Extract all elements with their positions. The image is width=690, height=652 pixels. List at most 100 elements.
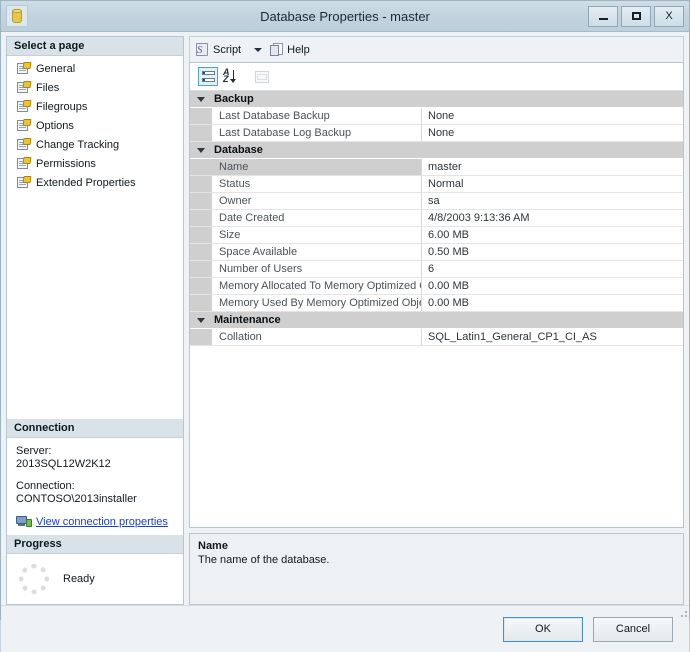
property-name: Last Database Backup <box>212 108 422 124</box>
alphabetical-sort-button[interactable]: AZ <box>221 67 241 86</box>
row-gutter <box>190 108 212 124</box>
property-value[interactable]: sa <box>422 193 683 209</box>
help-label: Help <box>287 43 310 56</box>
page-icon <box>17 81 32 94</box>
sidebar-item-change-tracking[interactable]: Change Tracking <box>7 135 183 154</box>
grid-category-row[interactable]: Maintenance <box>190 312 683 329</box>
server-label: Server: <box>16 445 52 457</box>
property-value[interactable]: 0.00 MB <box>422 278 683 294</box>
table-row[interactable]: Status Normal <box>190 176 683 193</box>
row-gutter <box>190 295 212 311</box>
grid-category-label: Backup <box>214 93 254 105</box>
cancel-button[interactable]: Cancel <box>593 616 673 642</box>
table-row[interactable]: Last Database Log Backup None <box>190 125 683 142</box>
ok-button[interactable]: OK <box>503 616 583 642</box>
row-gutter <box>190 125 212 141</box>
table-row[interactable]: Owner sa <box>190 193 683 210</box>
collapse-toggle-icon[interactable] <box>190 96 212 102</box>
property-value[interactable]: SQL_Latin1_General_CP1_CI_AS <box>422 329 683 345</box>
property-value[interactable]: None <box>422 108 683 124</box>
property-name: Date Created <box>212 210 422 226</box>
maximize-button[interactable] <box>621 5 651 27</box>
connection-value: CONTOSO\2013installer <box>16 493 137 505</box>
property-name: Last Database Log Backup <box>212 125 422 141</box>
resize-grip[interactable] <box>677 607 687 617</box>
property-value[interactable]: 0.50 MB <box>422 244 683 260</box>
description-text: The name of the database. <box>198 554 330 566</box>
dialog-toolbar: S Script Help <box>189 36 684 62</box>
property-grid-panel: AZ Backup Last Database Backup None Last… <box>189 62 684 528</box>
sidebar-item-label: Permissions <box>36 157 96 170</box>
table-row[interactable]: Collation SQL_Latin1_General_CP1_CI_AS <box>190 329 683 346</box>
sidebar-item-options[interactable]: Options <box>7 116 183 135</box>
row-gutter <box>190 244 212 260</box>
page-icon <box>17 62 32 75</box>
property-value[interactable]: 6.00 MB <box>422 227 683 243</box>
progress-section: Progress Ready <box>7 535 183 604</box>
sidebar-item-files[interactable]: Files <box>7 78 183 97</box>
help-button[interactable]: Help <box>270 42 310 57</box>
property-grid-toolbar: AZ <box>190 63 683 91</box>
table-row[interactable]: Last Database Backup None <box>190 108 683 125</box>
sidebar-item-extended-properties[interactable]: Extended Properties <box>7 173 183 192</box>
sidebar-item-general[interactable]: General <box>7 59 183 78</box>
sidebar-item-label: Extended Properties <box>36 176 136 189</box>
sidebar-item-label: Filegroups <box>36 100 88 113</box>
database-icon <box>6 5 28 27</box>
property-name: Status <box>212 176 422 192</box>
script-button[interactable]: S Script <box>195 42 241 57</box>
table-row[interactable]: Size 6.00 MB <box>190 227 683 244</box>
property-value[interactable]: 4/8/2003 9:13:36 AM <box>422 210 683 226</box>
table-row[interactable]: Memory Used By Memory Optimized Objects … <box>190 295 683 312</box>
table-row[interactable]: Date Created 4/8/2003 9:13:36 AM <box>190 210 683 227</box>
collapse-toggle-icon[interactable] <box>190 317 212 323</box>
view-connection-properties-link[interactable]: View connection properties <box>36 516 168 528</box>
collapse-toggle-icon[interactable] <box>190 147 212 153</box>
connection-header: Connection <box>7 419 183 438</box>
page-icon <box>17 119 32 132</box>
chevron-down-icon[interactable] <box>254 47 263 52</box>
property-name: Number of Users <box>212 261 422 277</box>
sidebar-item-label: Files <box>36 81 60 94</box>
grid-empty-area <box>190 346 683 526</box>
grid-category-row[interactable]: Database <box>190 142 683 159</box>
table-row[interactable]: Space Available 0.50 MB <box>190 244 683 261</box>
page-icon <box>17 138 32 151</box>
grid-category-row[interactable]: Backup <box>190 91 683 108</box>
property-value[interactable]: 6 <box>422 261 683 277</box>
property-value[interactable]: master <box>422 159 683 175</box>
page-icon <box>17 176 32 189</box>
property-grid[interactable]: Backup Last Database Backup None Last Da… <box>190 91 683 527</box>
progress-body: Ready <box>7 554 183 604</box>
property-name: Collation <box>212 329 422 345</box>
table-row[interactable]: Number of Users 6 <box>190 261 683 278</box>
row-gutter <box>190 261 212 277</box>
page-list-spacer <box>7 192 183 419</box>
property-name: Size <box>212 227 422 243</box>
right-pane: S Script Help A Z Backup Last Database B… <box>189 36 684 605</box>
page-list: General Files Filegroups Options Change … <box>7 56 183 192</box>
categorized-view-button[interactable] <box>198 67 218 86</box>
sidebar-item-label: General <box>36 62 76 75</box>
connection-label: Connection: <box>16 480 75 492</box>
row-gutter <box>190 278 212 294</box>
database-properties-dialog: Database Properties - master X Select a … <box>0 0 690 652</box>
table-row[interactable]: Memory Allocated To Memory Optimized Obj… <box>190 278 683 295</box>
page-icon <box>17 100 32 113</box>
close-button[interactable]: X <box>654 5 684 27</box>
view-connection-properties-row[interactable]: View connection properties <box>16 515 175 529</box>
property-name: Owner <box>212 193 422 209</box>
property-value[interactable]: None <box>422 125 683 141</box>
grid-category-label: Database <box>214 144 263 156</box>
minimize-button[interactable] <box>588 5 618 27</box>
categorized-view-icon <box>201 70 215 83</box>
property-value[interactable]: 0.00 MB <box>422 295 683 311</box>
table-row[interactable]: Name master <box>190 159 683 176</box>
property-value[interactable]: Normal <box>422 176 683 192</box>
row-gutter <box>190 210 212 226</box>
window-controls: X <box>585 5 684 27</box>
property-pages-button[interactable] <box>252 67 272 86</box>
connection-body: Server: 2013SQL12W2K12 Connection: CONTO… <box>7 438 183 535</box>
sidebar-item-filegroups[interactable]: Filegroups <box>7 97 183 116</box>
sidebar-item-permissions[interactable]: Permissions <box>7 154 183 173</box>
